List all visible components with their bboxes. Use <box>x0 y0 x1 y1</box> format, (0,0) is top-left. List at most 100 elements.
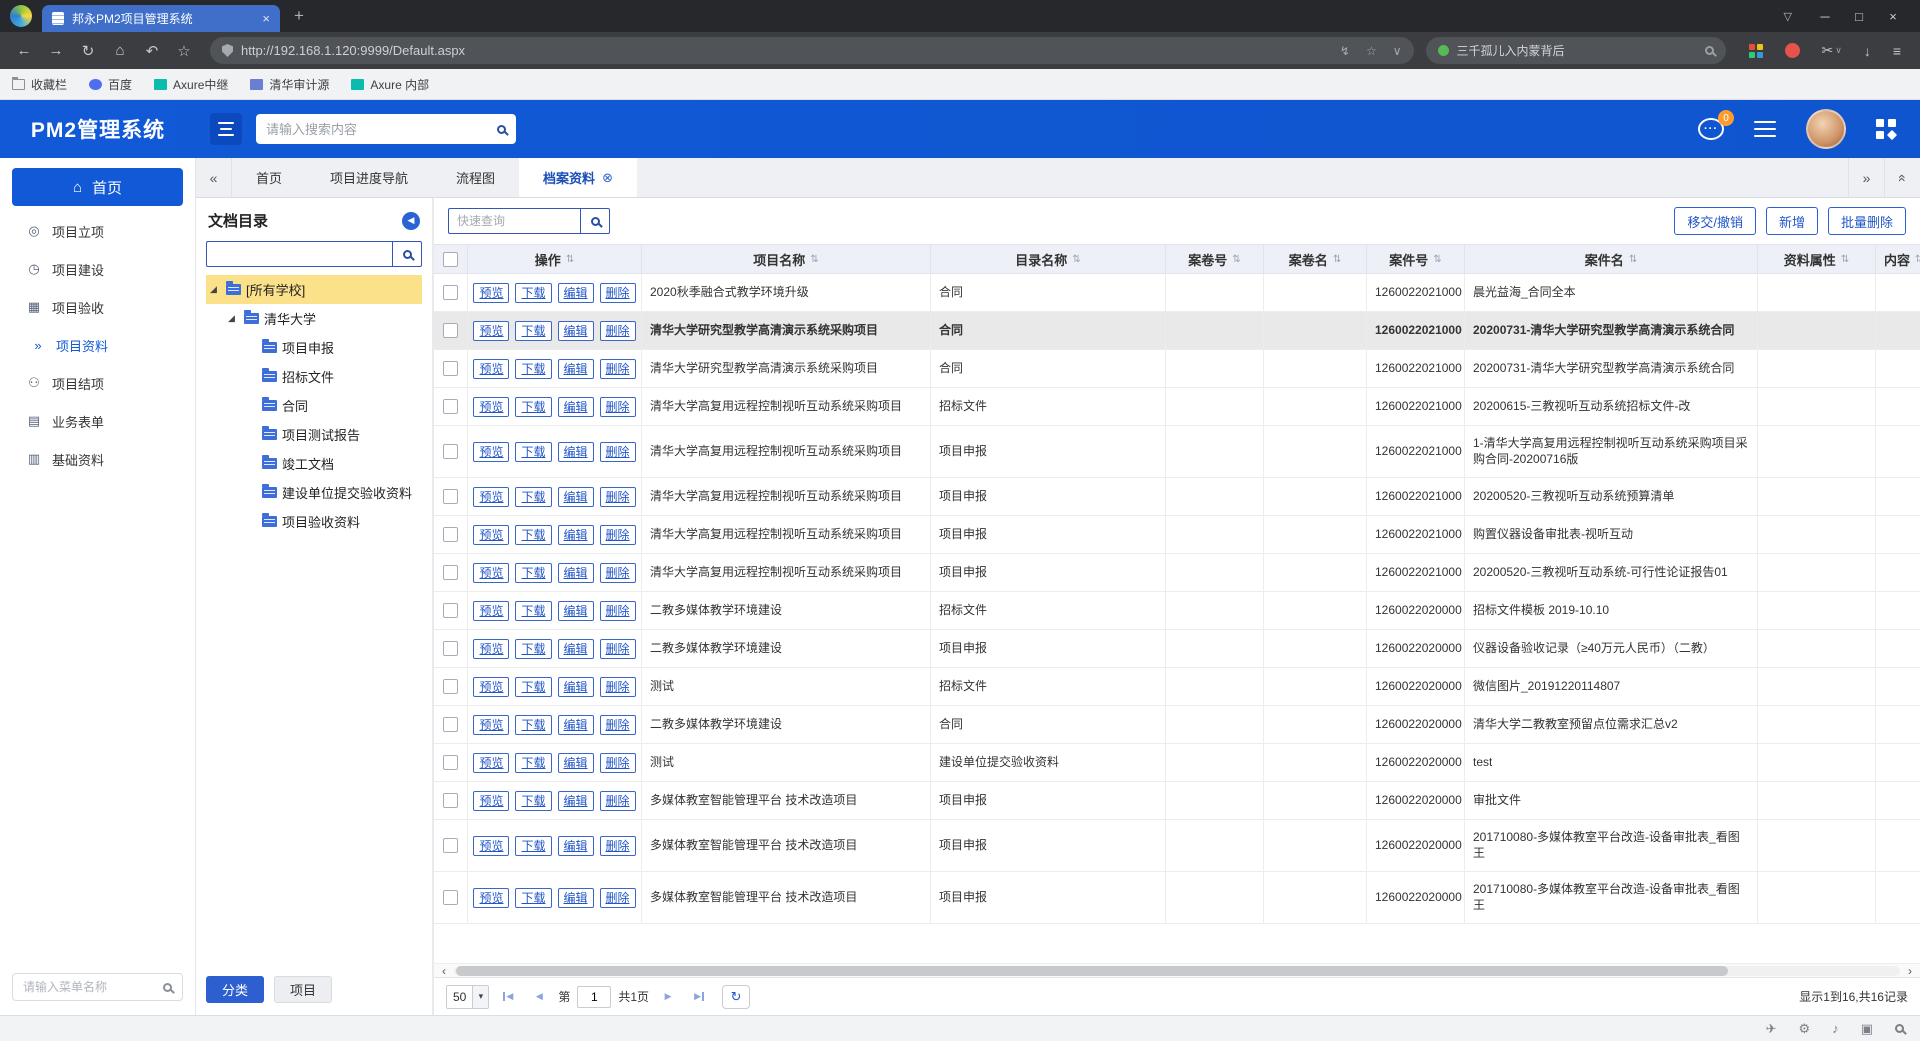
download-button[interactable]: 下载 <box>515 359 551 379</box>
bookmark-item[interactable]: 收藏栏 <box>12 76 67 93</box>
undo-close-button[interactable] <box>138 37 166 65</box>
content-tab[interactable]: 档案资料 <box>519 158 637 197</box>
screenshot-tool-icon[interactable] <box>1822 42 1842 59</box>
url-dropdown-icon[interactable] <box>1393 44 1402 58</box>
edit-button[interactable]: 编辑 <box>558 525 594 545</box>
avatar[interactable] <box>1806 109 1846 149</box>
edit-button[interactable]: 编辑 <box>558 715 594 735</box>
horizontal-scrollbar[interactable] <box>434 963 1920 977</box>
row-checkbox[interactable] <box>443 361 458 376</box>
download-button[interactable]: 下载 <box>515 601 551 621</box>
tab-close-icon[interactable] <box>262 11 270 26</box>
tree-node[interactable]: 招标文件 <box>206 362 422 391</box>
download-button[interactable]: 下载 <box>515 487 551 507</box>
search-icon[interactable] <box>163 983 172 992</box>
downloads-icon[interactable] <box>1864 43 1871 59</box>
edit-button[interactable]: 编辑 <box>558 601 594 621</box>
edit-button[interactable]: 编辑 <box>558 283 594 303</box>
transfer-revoke-button[interactable]: 移交/撤销 <box>1674 207 1756 235</box>
page-number-input[interactable] <box>577 986 611 1008</box>
sort-icon[interactable] <box>1629 254 1637 265</box>
global-search[interactable] <box>256 114 516 144</box>
delete-button[interactable]: 删除 <box>600 397 636 417</box>
table-row[interactable]: 预览 下载 编辑 删除 多媒体教室智能管理平台 技术改造项目 项目申报 <box>434 782 1920 820</box>
column-header[interactable]: 案卷号 <box>1166 245 1264 273</box>
maximize-button[interactable] <box>1842 9 1876 24</box>
preview-button[interactable]: 预览 <box>473 888 509 908</box>
header-menu-icon[interactable] <box>1754 121 1776 137</box>
edit-button[interactable]: 编辑 <box>558 397 594 417</box>
tree-node[interactable]: 合同 <box>206 391 422 420</box>
delete-button[interactable]: 删除 <box>600 563 636 583</box>
sidebar-toggle-icon[interactable] <box>210 113 242 145</box>
tabs-scroll-left-icon[interactable] <box>196 158 232 197</box>
preview-button[interactable]: 预览 <box>473 836 509 856</box>
expand-arrow-icon[interactable] <box>210 285 221 294</box>
row-checkbox[interactable] <box>443 489 458 504</box>
url-text[interactable]: http://192.168.1.120:9999/Default.aspx <box>241 43 1324 58</box>
sort-icon[interactable] <box>566 254 574 265</box>
scrollbar-thumb[interactable] <box>456 966 1728 976</box>
batch-delete-button[interactable]: 批量删除 <box>1828 207 1906 235</box>
edit-button[interactable]: 编辑 <box>558 791 594 811</box>
column-header[interactable]: 案件号 <box>1367 245 1465 273</box>
delete-button[interactable]: 删除 <box>600 321 636 341</box>
first-page-button[interactable] <box>496 986 520 1008</box>
sidebar-item[interactable]: 项目资料 <box>0 326 195 364</box>
sidebar-item[interactable]: ▤ 业务表单 <box>0 402 195 440</box>
tree-node[interactable]: [所有学校] <box>206 275 422 304</box>
preview-button[interactable]: 预览 <box>473 525 509 545</box>
quick-search-button[interactable] <box>580 208 610 234</box>
scroll-left-icon[interactable] <box>436 965 452 977</box>
close-button[interactable] <box>1876 9 1910 24</box>
edit-button[interactable]: 编辑 <box>558 639 594 659</box>
preview-button[interactable]: 预览 <box>473 397 509 417</box>
download-button[interactable]: 下载 <box>515 283 551 303</box>
minimize-button[interactable] <box>1808 9 1842 24</box>
speed-mode-icon[interactable] <box>1766 1021 1777 1037</box>
forward-button[interactable] <box>42 37 70 65</box>
column-header[interactable]: 操作 <box>468 245 642 273</box>
row-checkbox[interactable] <box>443 399 458 414</box>
column-header[interactable]: 资料属性 <box>1758 245 1876 273</box>
new-tab-button[interactable] <box>294 6 304 26</box>
row-checkbox[interactable] <box>443 444 458 459</box>
download-button[interactable]: 下载 <box>515 321 551 341</box>
table-row[interactable]: 预览 下载 编辑 删除 清华大学高复用远程控制视听互动系统采购项目 项目申报 <box>434 516 1920 554</box>
add-button[interactable]: 新增 <box>1766 207 1818 235</box>
row-checkbox[interactable] <box>443 641 458 656</box>
tree-search-input[interactable] <box>206 241 392 267</box>
quick-search-input[interactable] <box>448 208 580 234</box>
scrollbar-track[interactable] <box>454 966 1900 976</box>
classify-view-button[interactable]: 分类 <box>206 976 264 1003</box>
row-checkbox[interactable] <box>443 565 458 580</box>
bookmark-item[interactable]: Axure 内部 <box>351 76 429 93</box>
tab-close-icon[interactable] <box>602 170 613 186</box>
column-header[interactable]: 案件名 <box>1465 245 1758 273</box>
preview-button[interactable]: 预览 <box>473 321 509 341</box>
table-row[interactable]: 预览 下载 编辑 删除 清华大学研究型教学高清演示系统采购项目 合同 <box>434 312 1920 350</box>
menu-search-input[interactable] <box>23 980 155 994</box>
reload-button[interactable] <box>74 37 102 65</box>
dropdown-arrow-icon[interactable] <box>472 986 488 1008</box>
sidebar-item[interactable]: ◷ 项目建设 <box>0 250 195 288</box>
bookmark-star-icon[interactable] <box>170 37 198 65</box>
sort-icon[interactable] <box>1433 254 1441 265</box>
preview-button[interactable]: 预览 <box>473 715 509 735</box>
delete-button[interactable]: 删除 <box>600 836 636 856</box>
edit-button[interactable]: 编辑 <box>558 677 594 697</box>
row-checkbox[interactable] <box>443 838 458 853</box>
table-row[interactable]: 预览 下载 编辑 删除 清华大学高复用远程控制视听互动系统采购项目 项目申报 <box>434 478 1920 516</box>
sound-icon[interactable] <box>1832 1021 1839 1036</box>
table-row[interactable]: 预览 下载 编辑 删除 多媒体教室智能管理平台 技术改造项目 项目申报 <box>434 872 1920 924</box>
tree-search-button[interactable] <box>392 241 422 267</box>
sort-icon[interactable] <box>1915 254 1920 265</box>
preview-button[interactable]: 预览 <box>473 359 509 379</box>
browser-logo-icon[interactable] <box>10 5 32 27</box>
content-tab[interactable]: 首页 <box>232 158 306 197</box>
sidebar-item[interactable]: ⚇ 项目结项 <box>0 364 195 402</box>
messages-button[interactable]: ··· 0 <box>1698 118 1724 140</box>
row-checkbox[interactable] <box>443 679 458 694</box>
preview-button[interactable]: 预览 <box>473 791 509 811</box>
search-icon[interactable] <box>497 125 506 134</box>
